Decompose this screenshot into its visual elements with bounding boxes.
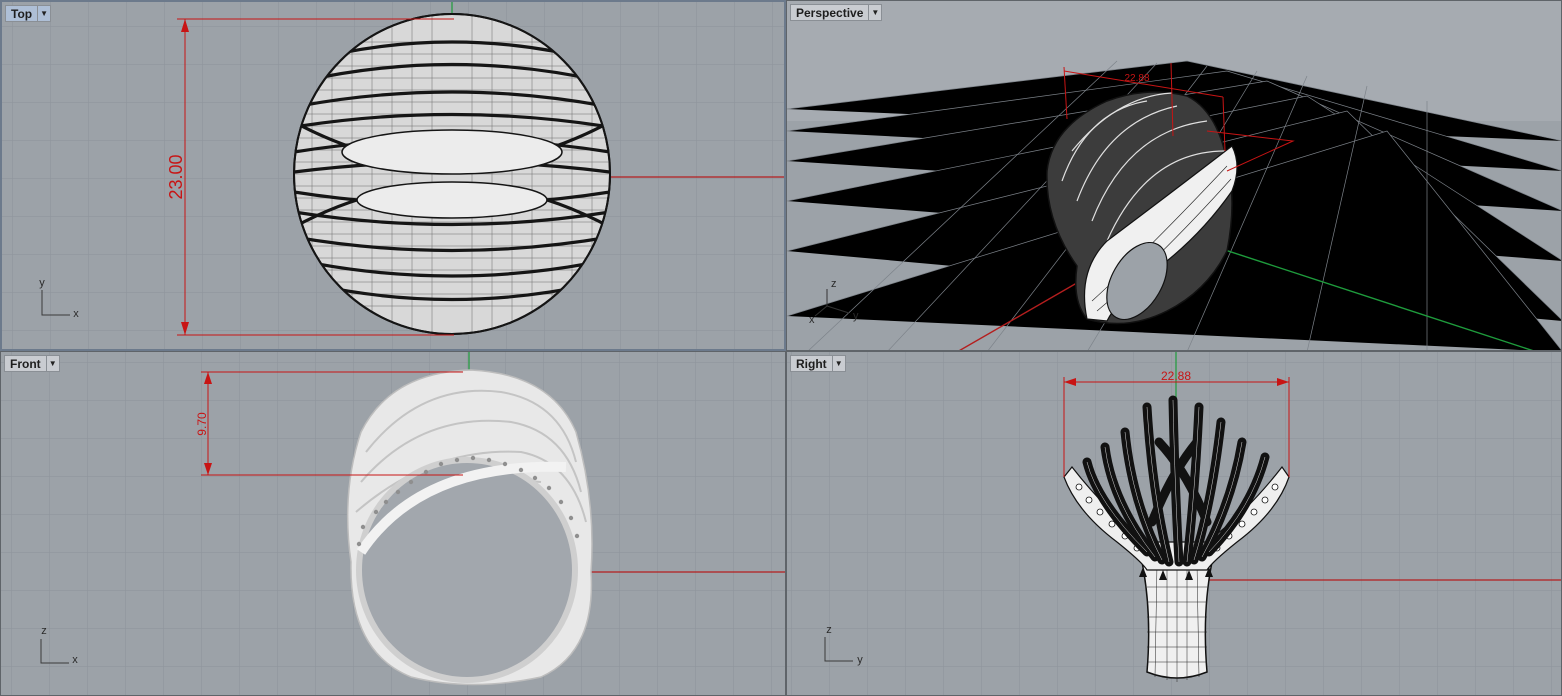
viewport-front[interactable]: 9.70 z x Front ▼ (0, 351, 786, 696)
viewport-tab-front[interactable]: Front ▼ (4, 355, 60, 372)
axis-label-y: y (857, 654, 863, 666)
axis-label-x: x (73, 308, 79, 320)
viewport-title: Right (796, 356, 827, 371)
axis-label-x: x (809, 314, 815, 326)
viewport-title: Top (11, 6, 33, 21)
viewport-top[interactable]: 23.00 y x Top ▼ (0, 0, 786, 351)
viewport-right[interactable]: 22.88 z y Right ▼ (786, 351, 1562, 696)
axis-label-z: z (826, 624, 832, 636)
ring-render-front[interactable] (346, 369, 593, 686)
chevron-down-icon[interactable]: ▼ (37, 6, 50, 21)
right-view-canvas[interactable]: 22.88 z y (787, 352, 1562, 696)
dimension-label-right: 22.88 (1161, 369, 1191, 383)
viewport-title: Perspective (796, 5, 864, 20)
dimension-label-23: 23.00 (166, 154, 186, 199)
viewport-tab-right[interactable]: Right ▼ (790, 355, 846, 372)
top-view-canvas[interactable]: 23.00 y x (2, 2, 786, 351)
axis-label-x: x (72, 654, 78, 666)
dimension-label-perspective: 22.88 (1124, 73, 1149, 84)
axis-label-z: z (41, 625, 47, 637)
front-view-canvas[interactable]: 9.70 z x (1, 352, 786, 696)
viewport-tab-perspective[interactable]: Perspective ▼ (790, 4, 883, 21)
perspective-view-canvas[interactable]: 22.88 z x y (787, 1, 1562, 351)
viewport-perspective[interactable]: 22.88 z x y Perspective ▼ (786, 0, 1562, 351)
axis-label-z: z (831, 278, 837, 290)
axis-label-y: y (853, 310, 859, 322)
viewport-title: Front (10, 356, 41, 371)
dimension-label-9-70: 9.70 (195, 412, 209, 436)
chevron-down-icon[interactable]: ▼ (831, 356, 845, 371)
viewport-tab-top[interactable]: Top ▼ (5, 5, 52, 22)
chevron-down-icon[interactable]: ▼ (45, 356, 59, 371)
chevron-down-icon[interactable]: ▼ (868, 5, 881, 20)
axis-label-y: y (39, 277, 45, 289)
